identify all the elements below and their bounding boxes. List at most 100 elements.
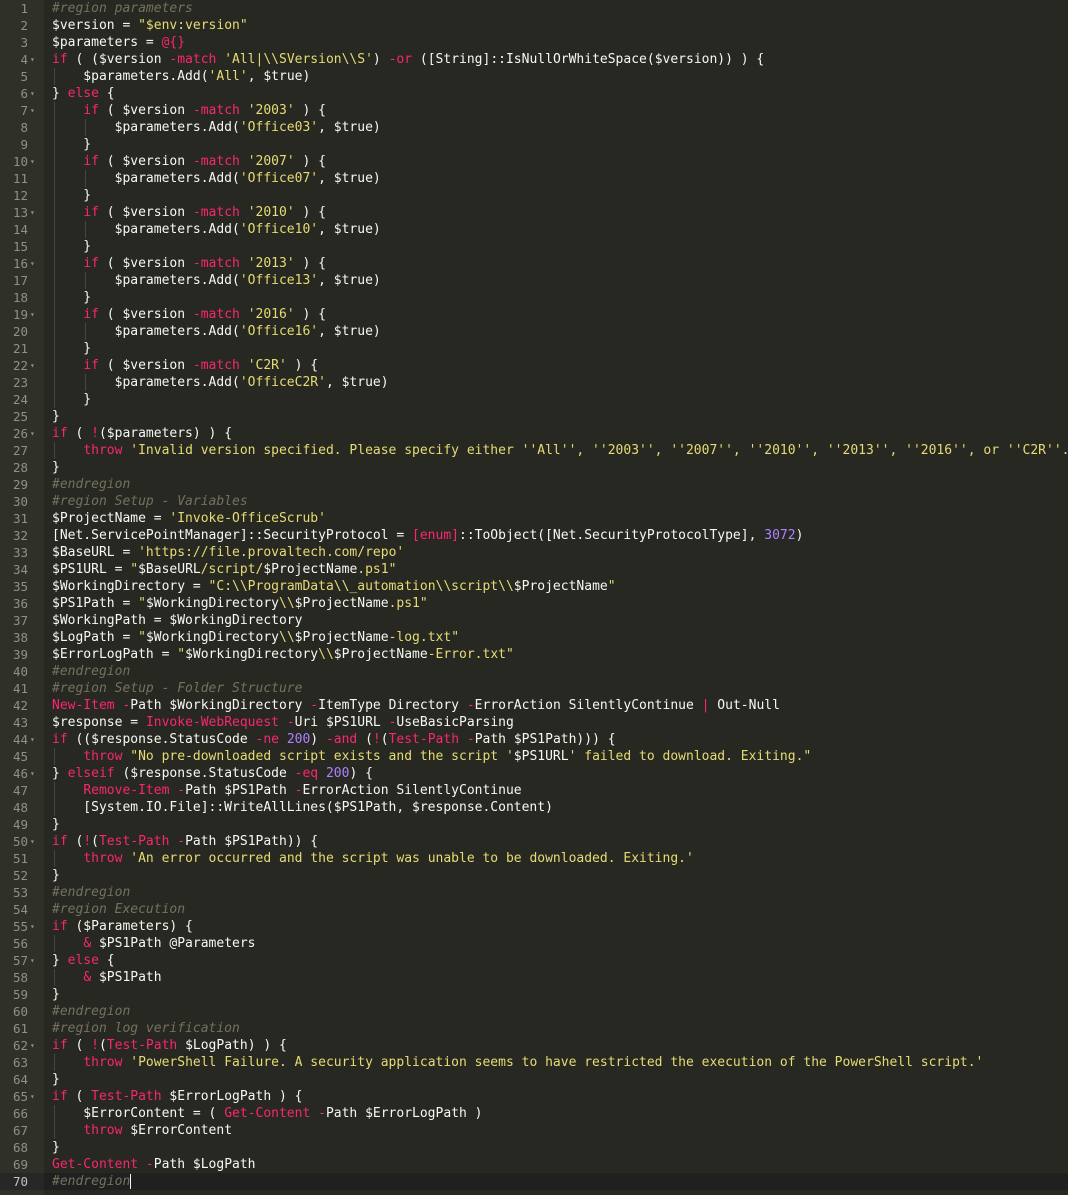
code-line[interactable]: #endregion <box>44 1173 1068 1190</box>
code-line[interactable]: #region Execution <box>44 901 1068 918</box>
code-line[interactable]: if (!(Test-Path -Path $PS1Path)) { <box>44 833 1068 850</box>
code-line[interactable]: #endregion <box>44 663 1068 680</box>
code-line[interactable]: $ErrorLogPath = "$WorkingDirectory\\$Pro… <box>44 646 1068 663</box>
code-line[interactable]: if ( $version -match '2016' ) { <box>44 306 1068 323</box>
code-token: $ErrorLogPath ) { <box>161 1089 303 1104</box>
code-line[interactable]: #endregion <box>44 476 1068 493</box>
code-line[interactable]: } <box>44 136 1068 153</box>
code-line[interactable]: throw 'PowerShell Failure. A security ap… <box>44 1054 1068 1071</box>
code-line[interactable]: } <box>44 408 1068 425</box>
code-line[interactable]: throw 'Invalid version specified. Please… <box>44 442 1068 459</box>
code-line[interactable]: if ( $version -match '2013' ) { <box>44 255 1068 272</box>
code-token: - <box>177 783 186 798</box>
code-line[interactable]: #endregion <box>44 1003 1068 1020</box>
code-line[interactable]: throw "No pre-downloaded script exists a… <box>44 748 1068 765</box>
code-line[interactable]: $parameters.Add('Office13', $true) <box>44 272 1068 289</box>
code-line[interactable]: & $PS1Path @Parameters <box>44 935 1068 952</box>
code-line[interactable]: if ( !($parameters) ) { <box>44 425 1068 442</box>
code-line[interactable]: $WorkingPath = $WorkingDirectory <box>44 612 1068 629</box>
fold-arrow-icon[interactable]: ▾ <box>30 306 38 323</box>
fold-arrow-icon[interactable]: ▾ <box>30 51 38 68</box>
code-line[interactable]: } <box>44 1071 1068 1088</box>
code-line[interactable]: } <box>44 986 1068 1003</box>
fold-arrow-icon[interactable]: ▾ <box>30 357 38 374</box>
fold-arrow-icon[interactable]: ▾ <box>30 833 38 850</box>
code-line[interactable]: $LogPath = "$WorkingDirectory\\$ProjectN… <box>44 629 1068 646</box>
code-line[interactable]: $parameters.Add('OfficeC2R', $true) <box>44 374 1068 391</box>
code-line[interactable]: $parameters.Add('Office10', $true) <box>44 221 1068 238</box>
code-line[interactable]: if ( $version -match '2003' ) { <box>44 102 1068 119</box>
code-token: 'Office16' <box>239 324 319 339</box>
code-line[interactable]: if ( $version -match '2007' ) { <box>44 153 1068 170</box>
code-line[interactable]: } else { <box>44 85 1068 102</box>
fold-arrow-icon[interactable]: ▾ <box>30 85 38 102</box>
code-line[interactable]: $parameters.Add('Office07', $true) <box>44 170 1068 187</box>
fold-arrow-icon[interactable]: ▾ <box>30 1088 38 1105</box>
code-line[interactable]: #region log verification <box>44 1020 1068 1037</box>
fold-arrow-icon[interactable]: ▾ <box>30 255 38 272</box>
code-line[interactable]: $WorkingDirectory = "C:\\ProgramData\\_a… <box>44 578 1068 595</box>
code-line[interactable]: } <box>44 459 1068 476</box>
code-line[interactable]: $version = "$env:version" <box>44 17 1068 34</box>
fold-arrow-icon[interactable]: ▾ <box>30 204 38 221</box>
code-line[interactable]: & $PS1Path <box>44 969 1068 986</box>
code-line[interactable]: if ( !(Test-Path $LogPath) ) { <box>44 1037 1068 1054</box>
code-line[interactable]: $parameters.Add('Office16', $true) <box>44 323 1068 340</box>
code-line[interactable]: $PS1Path = "$WorkingDirectory\\$ProjectN… <box>44 595 1068 612</box>
fold-arrow-icon[interactable]: ▾ <box>30 731 38 748</box>
code-line[interactable]: [Net.ServicePointManager]::SecurityProto… <box>44 527 1068 544</box>
code-line[interactable]: $parameters.Add('All', $true) <box>44 68 1068 85</box>
code-token: if <box>83 256 99 271</box>
code-line[interactable]: New-Item -Path $WorkingDirectory -ItemTy… <box>44 697 1068 714</box>
code-line[interactable]: } <box>44 391 1068 408</box>
code-line[interactable]: } <box>44 289 1068 306</box>
code-line[interactable]: #endregion <box>44 884 1068 901</box>
fold-arrow-icon[interactable]: ▾ <box>30 153 38 170</box>
code-line[interactable]: $BaseURL = 'https://file.provaltech.com/… <box>44 544 1068 561</box>
code-line[interactable]: Get-Content -Path $LogPath <box>44 1156 1068 1173</box>
code-line[interactable]: } <box>44 340 1068 357</box>
fold-arrow-icon[interactable]: ▾ <box>30 765 38 782</box>
code-editor[interactable]: 1 2 3 4 ▾ 5 6 ▾ 7 ▾ 8 9 10 ▾ 11 12 13 ▾ 14 15 16 ▾ 17 18 19 ▾ 20 21… <box>0 0 1068 1195</box>
line-number: 46 ▾ <box>0 765 44 782</box>
code-line[interactable]: } else { <box>44 952 1068 969</box>
code-line[interactable]: #region Setup - Variables <box>44 493 1068 510</box>
code-line[interactable]: if ( Test-Path $ErrorLogPath ) { <box>44 1088 1068 1105</box>
code-line[interactable]: } <box>44 1139 1068 1156</box>
code-line[interactable]: } <box>44 238 1068 255</box>
code-line[interactable]: $PS1URL = "$BaseURL/script/$ProjectName.… <box>44 561 1068 578</box>
code-line[interactable]: } <box>44 187 1068 204</box>
code-line[interactable]: $ErrorContent = ( Get-Content -Path $Err… <box>44 1105 1068 1122</box>
code-line[interactable]: } elseif ($response.StatusCode -eq 200) … <box>44 765 1068 782</box>
line-number-text: 13 <box>12 205 28 220</box>
code-line[interactable]: if ( ($version -match 'All|\\SVersion\\S… <box>44 51 1068 68</box>
code-line[interactable]: $parameters.Add('Office03', $true) <box>44 119 1068 136</box>
code-line[interactable]: throw 'An error occurred and the script … <box>44 850 1068 867</box>
code-area[interactable]: #region parameters $version = "$env:versi… <box>44 0 1068 1195</box>
code-line[interactable]: #region Setup - Folder Structure <box>44 680 1068 697</box>
fold-arrow-icon[interactable]: ▾ <box>30 425 38 442</box>
code-token: = $WorkingDirectory <box>145 613 303 628</box>
code-line[interactable]: #region parameters <box>44 0 1068 17</box>
code-line[interactable]: Remove-Item -Path $PS1Path -ErrorAction … <box>44 782 1068 799</box>
fold-arrow-icon[interactable]: ▾ <box>30 1037 38 1054</box>
code-line[interactable]: $response = Invoke-WebRequest -Uri $PS1U… <box>44 714 1068 731</box>
fold-arrow-icon[interactable]: ▾ <box>30 102 38 119</box>
code-line[interactable]: $ProjectName = 'Invoke-OfficeScrub' <box>44 510 1068 527</box>
code-line[interactable]: throw $ErrorContent <box>44 1122 1068 1139</box>
code-line[interactable]: } <box>44 867 1068 884</box>
code-line[interactable]: if (($response.StatusCode -ne 200) -and … <box>44 731 1068 748</box>
line-number: 16 ▾ <box>0 255 44 272</box>
code-line[interactable]: $parameters = @{} <box>44 34 1068 51</box>
indent-guide <box>54 238 55 255</box>
fold-arrow-icon[interactable]: ▾ <box>30 952 38 969</box>
code-line[interactable]: [System.IO.File]::WriteAllLines($PS1Path… <box>44 799 1068 816</box>
code-line[interactable]: } <box>44 816 1068 833</box>
code-line[interactable]: if ($Parameters) { <box>44 918 1068 935</box>
code-line[interactable]: if ( $version -match '2010' ) { <box>44 204 1068 221</box>
code-line[interactable]: if ( $version -match 'C2R' ) { <box>44 357 1068 374</box>
fold-arrow-icon[interactable]: ▾ <box>30 918 38 935</box>
